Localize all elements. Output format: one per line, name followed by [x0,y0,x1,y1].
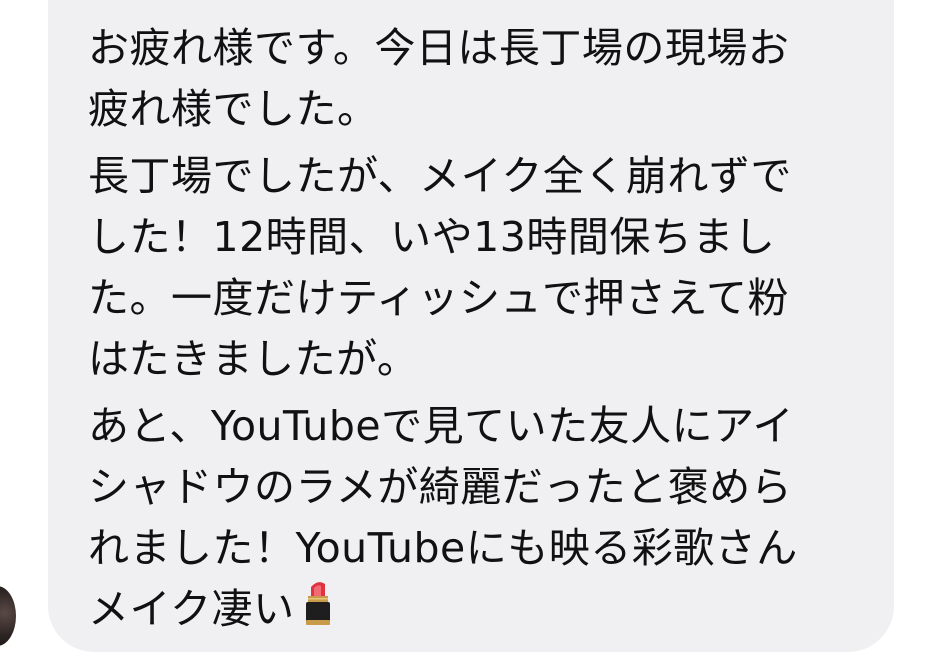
sender-avatar[interactable] [0,586,16,646]
message-line: シャドウのラメが綺麗だったと褒めら [88,463,793,511]
message-line: れました！YouTubeにも映る彩歌さん [88,524,798,572]
message-line-last: メイク凄い [88,579,860,646]
message-line-text: メイク凄い [88,585,295,633]
message-paragraph-2: 長丁場でしたが、メイク全く崩れずで した！12時間、いや13時間保ちまし た。一… [88,146,860,390]
message-paragraph-3: あと、YouTubeで見ていた友人にアイ シャドウのラメが綺麗だったと褒めら れ… [88,396,860,646]
message-bubble[interactable]: お疲れ様です。今日は長丁場の現場お 疲れ様でした。 長丁場でしたが、メイク全く崩… [48,0,894,652]
message-line: 疲れ様でした。 [88,85,379,133]
message-line: 長丁場でしたが、メイク全く崩れずで [88,152,792,200]
message-line: あと、YouTubeで見ていた友人にアイ [88,402,795,450]
message-line: はたきましたが。 [88,335,419,383]
message-line: た。一度だけティッシュで押さえて粉 [88,274,789,322]
message-line: お疲れ様です。今日は長丁場の現場お [88,24,790,72]
lipstick-emoji-icon [301,579,335,646]
message-line: した！12時間、いや13時間保ちまし [88,213,776,261]
message-paragraph-1: お疲れ様です。今日は長丁場の現場お 疲れ様でした。 [88,18,860,140]
